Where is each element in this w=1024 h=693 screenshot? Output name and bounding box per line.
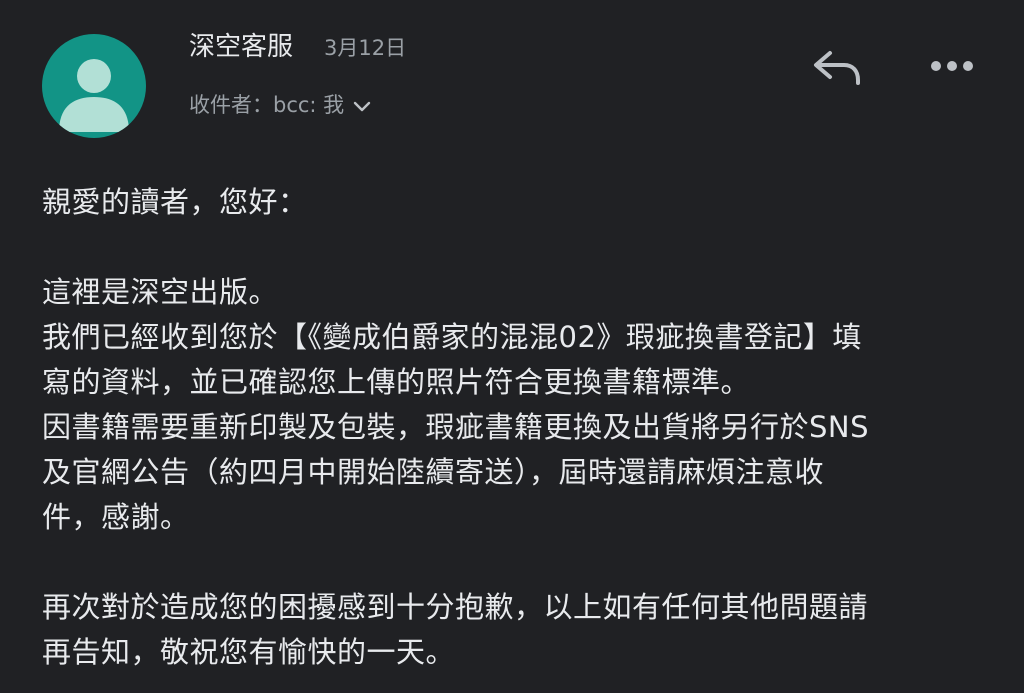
- reply-button[interactable]: [808, 44, 866, 92]
- greeting: 親愛的讀者，您好：: [42, 185, 308, 219]
- sender-avatar[interactable]: [42, 34, 146, 138]
- more-horizontal-icon: [931, 61, 973, 71]
- sent-date: 3月12日: [324, 36, 407, 60]
- more-options-button[interactable]: [924, 48, 980, 84]
- message-paragraph-2: 再次對於造成您的困擾感到十分抱歉，以上如有任何其他問題請 再告知，敬祝您有愉快的…: [42, 590, 869, 669]
- email-view: 深空客服 3月12日 收件者：bcc: 我 親愛的讀者，您好： 這裡是深空出版。…: [0, 0, 1024, 693]
- recipient-text: 收件者：bcc: 我: [189, 93, 345, 117]
- chevron-down-icon[interactable]: [352, 90, 372, 122]
- reply-icon: [814, 51, 860, 85]
- message-paragraph-1: 這裡是深空出版。 我們已經收到您於【《變成伯爵家的混混02》瑕疵換書登記】填 寫…: [42, 275, 870, 534]
- message-body: 親愛的讀者，您好： 這裡是深空出版。 我們已經收到您於【《變成伯爵家的混混02》…: [42, 180, 982, 675]
- sender-name[interactable]: 深空客服: [189, 30, 293, 64]
- recipient-details[interactable]: 收件者：bcc: 我: [189, 89, 372, 122]
- person-icon: [59, 59, 129, 132]
